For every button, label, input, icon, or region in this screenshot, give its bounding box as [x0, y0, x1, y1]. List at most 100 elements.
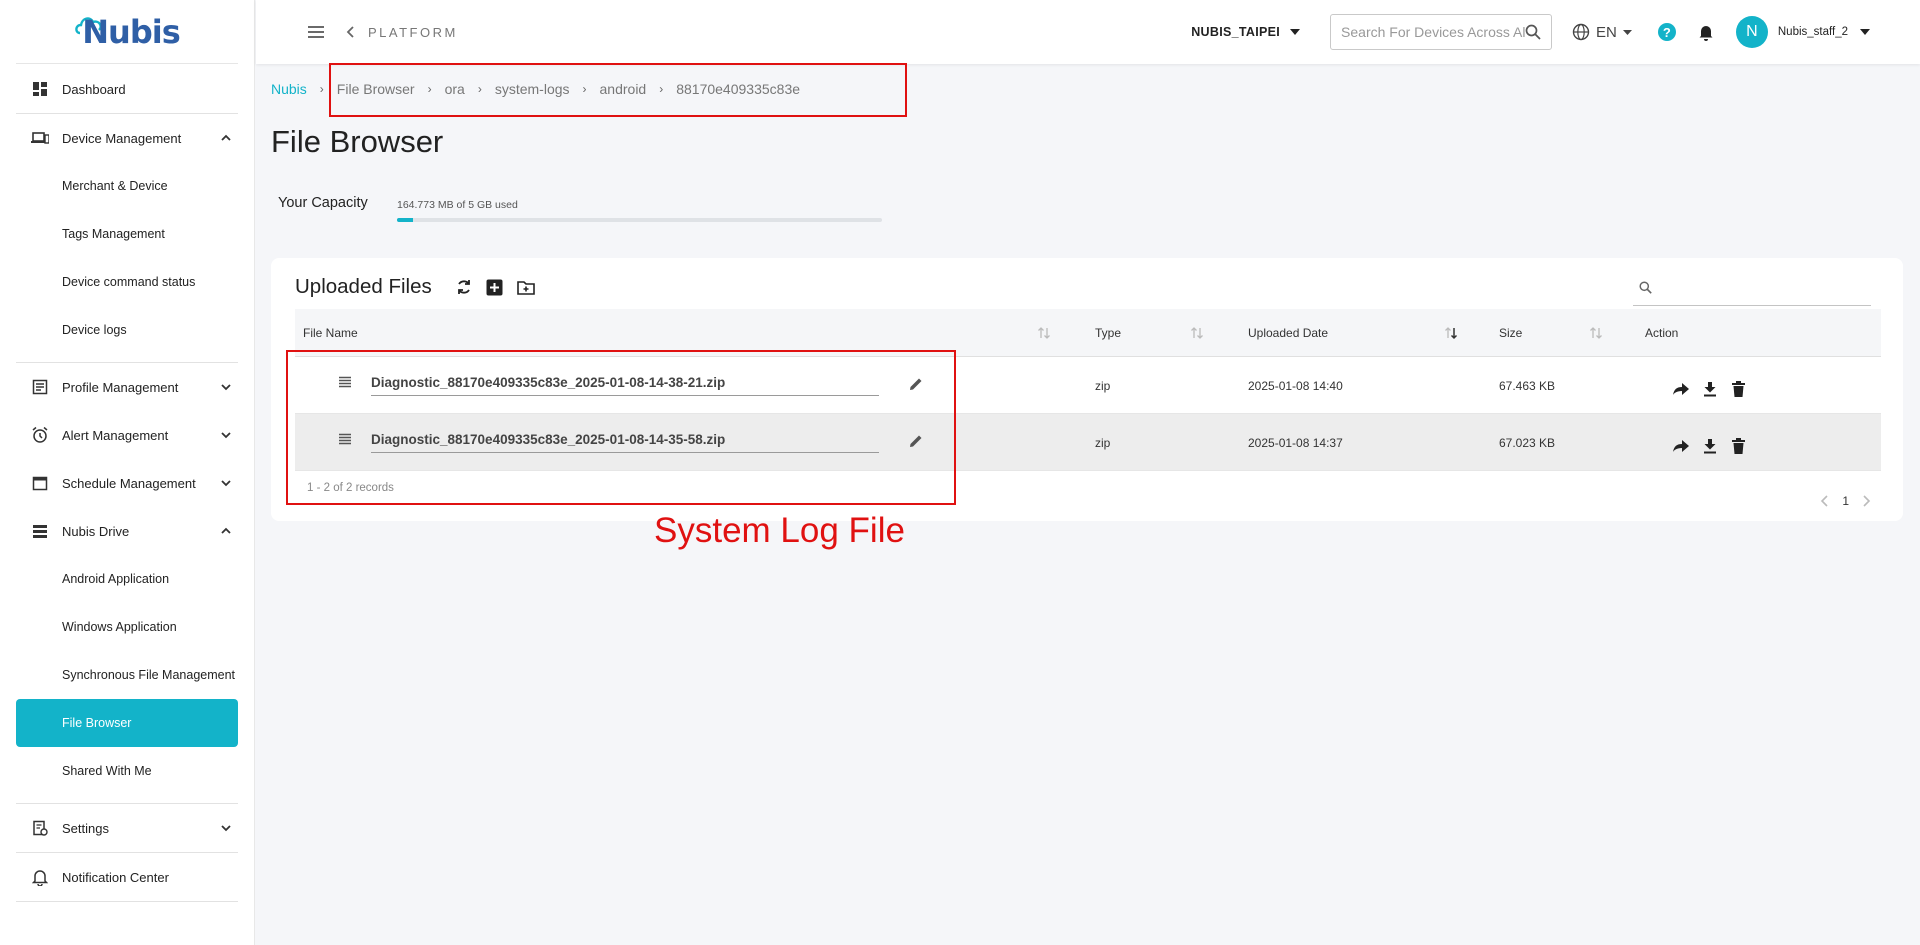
- chevron-down-icon[interactable]: [218, 475, 234, 491]
- dashboard-icon: [30, 79, 50, 99]
- pagination: 1: [1820, 494, 1871, 508]
- nav-device-command-status[interactable]: Device command status: [0, 258, 254, 306]
- language-code: EN: [1596, 23, 1617, 41]
- nav-shared-with-me[interactable]: Shared With Me: [0, 747, 254, 795]
- chevron-up-icon[interactable]: [218, 130, 234, 146]
- sort-icon[interactable]: [1036, 325, 1052, 341]
- chevron-down-icon[interactable]: [218, 820, 234, 836]
- refresh-icon[interactable]: [453, 276, 475, 298]
- platform-label[interactable]: PLATFORM: [368, 25, 458, 40]
- annotation-highlight-box: [329, 63, 907, 117]
- annotation-label: System Log File: [654, 511, 905, 550]
- add-folder-icon[interactable]: [515, 276, 537, 298]
- sort-icon[interactable]: [1189, 325, 1205, 341]
- capacity-bar-fill: [397, 218, 413, 222]
- file-uploaded-date: 2025-01-08 14:37: [1248, 435, 1343, 450]
- chevron-up-icon[interactable]: [218, 523, 234, 539]
- sort-descending-icon[interactable]: [1443, 325, 1459, 341]
- avatar[interactable]: N: [1735, 16, 1768, 48]
- column-header-uploaded-date[interactable]: Uploaded Date: [1248, 309, 1328, 357]
- capacity-label: Your Capacity: [278, 195, 368, 211]
- share-icon[interactable]: [1670, 436, 1691, 456]
- menu-icon[interactable]: [306, 22, 326, 42]
- nav-synchronous-file-management[interactable]: Synchronous File Management: [0, 651, 254, 699]
- caret-down-icon: [1290, 29, 1301, 35]
- file-uploaded-date: 2025-01-08 14:40: [1248, 378, 1343, 393]
- column-header-action: Action: [1645, 326, 1679, 340]
- alarm-icon: [30, 425, 50, 445]
- bell-icon[interactable]: [1698, 23, 1714, 41]
- help-icon[interactable]: ?: [1657, 23, 1676, 41]
- nav-device-logs[interactable]: Device logs: [0, 306, 254, 354]
- table-search-input[interactable]: [1660, 280, 1871, 295]
- nav-android-application[interactable]: Android Application: [0, 555, 254, 603]
- download-icon[interactable]: [1699, 379, 1720, 399]
- nav-tags-management[interactable]: Tags Management: [0, 210, 254, 258]
- search-icon[interactable]: [1525, 24, 1541, 40]
- nav-merchant-device[interactable]: Merchant & Device: [0, 162, 254, 210]
- language-selector[interactable]: EN: [1572, 23, 1632, 41]
- delete-icon[interactable]: [1728, 379, 1749, 399]
- caret-down-icon: [1622, 29, 1632, 35]
- row-actions: [1670, 436, 1749, 456]
- nav-settings[interactable]: Settings: [0, 804, 254, 852]
- calendar-icon: [30, 473, 50, 493]
- nav-label: Alert Management: [62, 427, 169, 443]
- nav-device-management[interactable]: Device Management: [0, 114, 254, 162]
- nav-label: Dashboard: [62, 81, 126, 97]
- caret-down-icon[interactable]: [1860, 29, 1870, 35]
- devices-icon: [30, 128, 50, 148]
- sort-icon[interactable]: [1588, 325, 1604, 341]
- notification-icon: [30, 867, 50, 887]
- column-header-type[interactable]: Type: [1095, 309, 1121, 357]
- chevron-right-icon: ›: [319, 82, 324, 96]
- organization-name: NUBIS_TAIPEI: [1191, 25, 1281, 39]
- chevron-left-icon[interactable]: [1820, 495, 1828, 507]
- download-icon[interactable]: [1699, 436, 1720, 456]
- capacity-bar: [397, 218, 882, 222]
- sidebar: Nubis Dashboard Device Management Mercha…: [0, 0, 255, 945]
- nav-label: Notification Center: [62, 869, 169, 885]
- logo-text: Nubis: [82, 12, 180, 51]
- card-header: Uploaded Files: [295, 275, 537, 299]
- column-header-size[interactable]: Size: [1499, 309, 1522, 357]
- annotation-highlight-box: [286, 350, 956, 505]
- nav-dashboard[interactable]: Dashboard: [0, 65, 254, 113]
- file-type: zip: [1095, 435, 1111, 450]
- nav-notification-center[interactable]: Notification Center: [0, 853, 254, 901]
- capacity-usage-text: 164.773 MB of 5 GB used: [397, 199, 518, 211]
- chevron-down-icon[interactable]: [218, 427, 234, 443]
- profile-icon: [30, 377, 50, 397]
- nav-nubis-drive[interactable]: Nubis Drive: [0, 507, 254, 555]
- chevron-left-icon[interactable]: [344, 25, 358, 39]
- username[interactable]: Nubis_staff_2: [1778, 26, 1848, 38]
- card-title: Uploaded Files: [295, 275, 432, 298]
- nav-label: Schedule Management: [62, 475, 196, 491]
- search-icon: [1639, 281, 1652, 294]
- nav-windows-application[interactable]: Windows Application: [0, 603, 254, 651]
- breadcrumb-item[interactable]: Nubis: [271, 81, 307, 97]
- capacity-panel: Your Capacity 164.773 MB of 5 GB used: [278, 195, 882, 222]
- share-icon[interactable]: [1670, 379, 1691, 399]
- settings-icon: [30, 818, 50, 838]
- chevron-right-icon[interactable]: [1863, 495, 1871, 507]
- chevron-down-icon[interactable]: [218, 379, 234, 395]
- nav-file-browser[interactable]: File Browser: [16, 699, 238, 747]
- nav-schedule-management[interactable]: Schedule Management: [0, 459, 254, 507]
- nav-label: Nubis Drive: [62, 523, 130, 539]
- nav-label: Device Management: [62, 130, 182, 146]
- file-size: 67.463 KB: [1499, 378, 1556, 393]
- nav-alert-management[interactable]: Alert Management: [0, 411, 254, 459]
- storage-icon: [30, 521, 50, 541]
- device-search: [1330, 14, 1553, 50]
- nav-profile-management[interactable]: Profile Management: [0, 363, 254, 411]
- file-size: 67.023 KB: [1499, 435, 1556, 450]
- delete-icon[interactable]: [1728, 436, 1749, 456]
- page-number[interactable]: 1: [1842, 494, 1849, 508]
- add-file-icon[interactable]: [484, 276, 506, 298]
- file-type: zip: [1095, 378, 1111, 393]
- logo[interactable]: Nubis: [16, 0, 238, 64]
- organization-selector[interactable]: NUBIS_TAIPEI: [1191, 25, 1301, 39]
- page-title: File Browser: [271, 124, 444, 159]
- device-search-input[interactable]: [1341, 24, 1526, 40]
